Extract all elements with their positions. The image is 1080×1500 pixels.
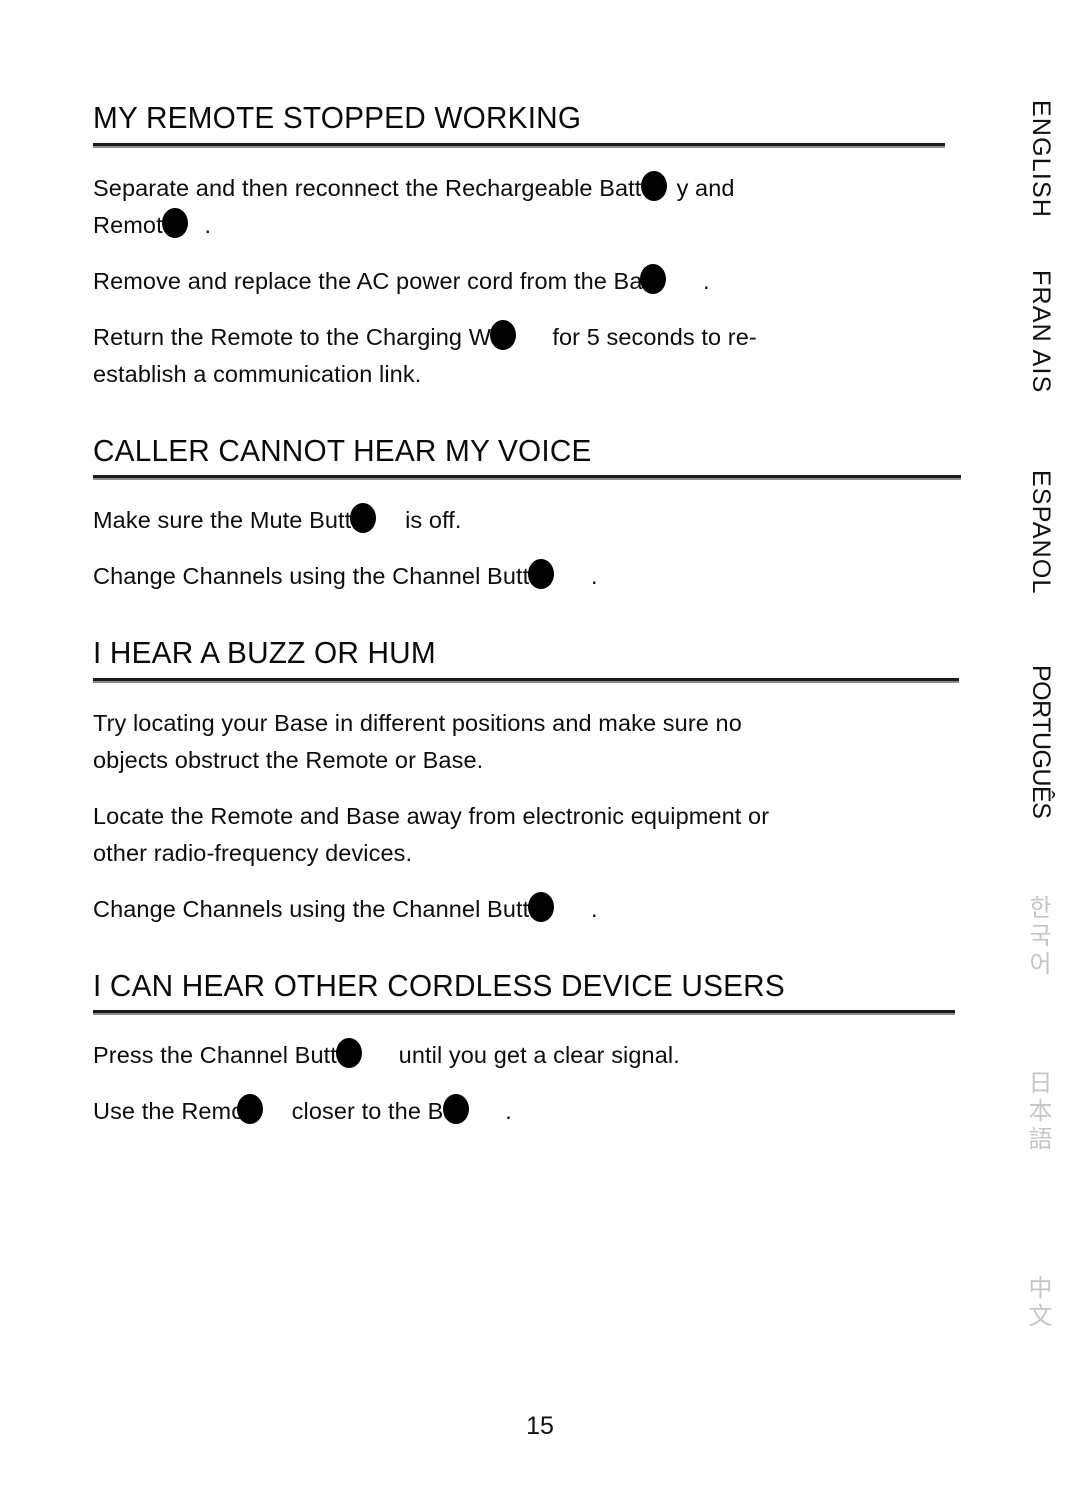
section-i-can-hear-other-cordless-device-users: I CAN HEAR OTHER CORDLESS DEVICE USERS P…	[93, 968, 963, 1131]
text-run: other radio-frequency devices.	[93, 839, 413, 866]
text-run: closer to the Ba	[285, 1098, 457, 1125]
paragraph: Locate the Remote and Base away from ele…	[93, 798, 963, 872]
language-tab-english[interactable]: ENGLISH	[985, 100, 1055, 218]
section-heading: MY REMOTE STOPPED WORKING	[93, 100, 582, 135]
filled-ellipse-marker-icon	[528, 891, 555, 922]
text-run: Make sure the Mute Butto	[93, 507, 365, 534]
paragraph: Separate and then reconnect the Recharge…	[93, 170, 963, 244]
text-run: Locate the Remote and Base away from ele…	[93, 802, 770, 829]
filled-ellipse-marker-icon	[640, 263, 667, 294]
language-tab-portugues[interactable]: PORTUGUÊS	[985, 665, 1055, 818]
section-my-remote-stopped-working: MY REMOTE STOPPED WORKING Separate and t…	[93, 100, 963, 393]
text-run: is off.	[398, 507, 462, 534]
text-run: .	[696, 267, 710, 294]
filled-ellipse-marker-icon	[640, 170, 667, 201]
document-page: MY REMOTE STOPPED WORKING Separate and t…	[0, 0, 1080, 1500]
page-number: 15	[526, 1412, 554, 1440]
main-content: MY REMOTE STOPPED WORKING Separate and t…	[93, 100, 963, 1130]
filled-ellipse-marker-icon	[161, 207, 188, 238]
paragraph: Return the Remote to the Charging We for…	[93, 319, 963, 393]
text-run: Change Channels using the Channel Butto	[93, 563, 543, 590]
text-run: Separate and then reconnect the Recharge…	[93, 174, 655, 201]
language-tab-japanese[interactable]: 日本語	[985, 1070, 1055, 1154]
text-run: until you get a clear signal.	[392, 1042, 680, 1069]
language-tab-espanol[interactable]: ESPANOL	[985, 470, 1055, 595]
text-run: .	[197, 211, 212, 238]
filled-ellipse-marker-icon	[350, 503, 377, 534]
paragraph: Use the Remot closer to the Ba .	[93, 1093, 963, 1130]
text-run: y and	[676, 174, 735, 201]
text-run: .	[498, 1098, 512, 1125]
section-heading: I CAN HEAR OTHER CORDLESS DEVICE USERS	[93, 967, 785, 1003]
paragraph: Make sure the Mute Butto is off.	[93, 502, 963, 539]
filled-ellipse-marker-icon	[528, 559, 555, 590]
text-run: Try locating your Base in different posi…	[93, 709, 742, 736]
text-run: Remove and replace the AC power cord fro…	[93, 267, 655, 294]
section-heading: CALLER CANNOT HEAR MY VOICE	[93, 432, 592, 468]
section-i-hear-a-buzz-or-hum: I HEAR A BUZZ OR HUM Try locating your B…	[93, 635, 963, 928]
paragraph: Change Channels using the Channel Butto …	[93, 891, 963, 928]
filled-ellipse-marker-icon	[336, 1038, 363, 1069]
paragraph: Press the Channel Butto until you get a …	[93, 1037, 963, 1074]
language-tab-chinese[interactable]: 中文	[985, 1275, 1055, 1331]
text-run: Use the Remot	[93, 1098, 252, 1125]
text-run: objects obstruct the Remote or Base.	[93, 746, 484, 773]
language-tab-korean[interactable]: 한국어	[985, 895, 1055, 979]
paragraph: Remove and replace the AC power cord fro…	[93, 263, 963, 300]
section-heading: I HEAR A BUZZ OR HUM	[93, 635, 436, 671]
text-run: .	[584, 563, 598, 590]
filled-ellipse-marker-icon	[237, 1094, 264, 1125]
text-run: .	[584, 895, 598, 922]
section-caller-cannot-hear-my-voice: CALLER CANNOT HEAR MY VOICE Make sure th…	[93, 433, 963, 596]
language-tab-francais[interactable]: FRAN AIS	[985, 270, 1055, 394]
text-run: establish a communication link.	[93, 360, 422, 387]
paragraph: Change Channels using the Channel Butto …	[93, 558, 963, 595]
filled-ellipse-marker-icon	[489, 319, 516, 350]
text-run: Change Channels using the Channel Butto	[93, 895, 543, 922]
paragraph: Try locating your Base in different posi…	[93, 705, 963, 779]
text-run: Press the Channel Butto	[93, 1042, 351, 1069]
text-run: Return the Remote to the Charging We	[93, 323, 504, 350]
text-run: for 5 seconds to re-	[545, 323, 757, 350]
filled-ellipse-marker-icon	[442, 1094, 469, 1125]
language-tab-bar: ENGLISH FRAN AIS ESPANOL PORTUGUÊS 한국어 日…	[985, 0, 1055, 1500]
